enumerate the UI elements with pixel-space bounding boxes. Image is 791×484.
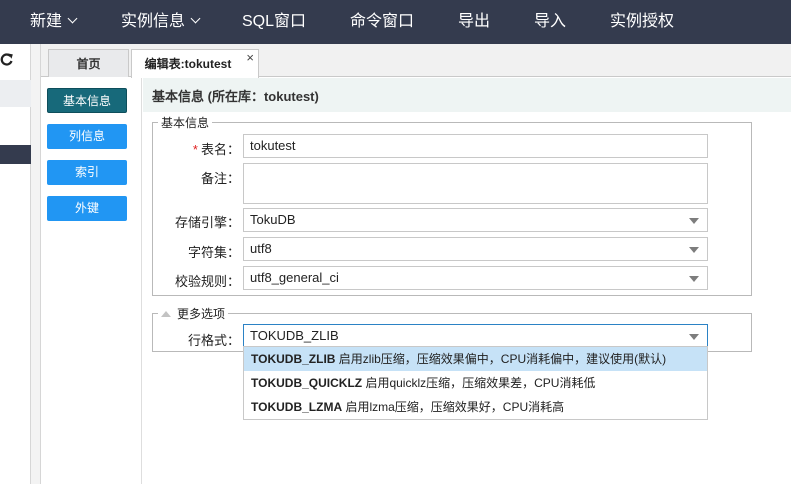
tab-edit-table-label: 编辑表:tokutest — [144, 57, 232, 71]
option-desc: 启用quicklz压缩，压缩效果差，CPU消耗低 — [362, 376, 596, 390]
charset-label: 字符集： — [187, 245, 240, 260]
chevron-down-icon — [190, 13, 201, 24]
required-mark: * — [192, 142, 198, 157]
engine-label: 存储引擎： — [174, 215, 240, 230]
nav-export[interactable]: 导出 — [458, 0, 490, 44]
option-desc: 启用zlib压缩，压缩效果偏中，CPU消耗偏中，建议使用(默认) — [335, 352, 667, 366]
nav-instance-auth[interactable]: 实例授权 — [610, 0, 674, 44]
dropdown-option[interactable]: TOKUDB_ZLIB 启用zlib压缩，压缩效果偏中，CPU消耗偏中，建议使用… — [244, 347, 707, 371]
row-format-label: 行格式： — [187, 333, 240, 348]
close-icon[interactable]: × — [246, 44, 254, 72]
engine-select[interactable]: TokuDB — [243, 208, 708, 232]
more-options-legend[interactable]: 更多选项 — [158, 305, 228, 322]
option-name: TOKUDB_ZLIB — [251, 352, 336, 366]
index-button[interactable]: 索引 — [47, 160, 127, 185]
dropdown-option[interactable]: TOKUDB_LZMA 启用lzma压缩，压缩效果好，CPU消耗高 — [244, 395, 707, 419]
option-name: TOKUDB_QUICKLZ — [251, 376, 363, 390]
dropdown-arrow-icon — [689, 276, 699, 282]
tab-edit-table[interactable]: 编辑表:tokutest × — [131, 49, 259, 78]
splitter[interactable] — [31, 44, 41, 484]
basic-info-legend: 基本信息 — [161, 116, 210, 130]
collation-label: 校验规则： — [174, 274, 240, 289]
nav-sql-window[interactable]: SQL窗口 — [242, 0, 306, 44]
row-format-select[interactable]: TOKUDB_ZLIB — [243, 324, 708, 348]
refresh-icon[interactable] — [0, 52, 14, 68]
collation-select[interactable]: utf8_general_ci — [243, 266, 708, 290]
nav-instance-info-menu[interactable]: 实例信息 — [121, 0, 201, 44]
option-desc: 启用lzma压缩，压缩效果好，CPU消耗高 — [342, 400, 565, 414]
left-tree-panel — [0, 44, 31, 484]
collation-select-value: utf8_general_ci — [250, 270, 339, 285]
row-format-dropdown-list: TOKUDB_ZLIB 启用zlib压缩，压缩效果偏中，CPU消耗偏中，建议使用… — [243, 346, 708, 420]
tree-row-selected[interactable] — [0, 145, 31, 164]
foreign-key-button[interactable]: 外键 — [47, 196, 127, 221]
nav-command-window[interactable]: 命令窗口 — [350, 0, 414, 44]
option-name: TOKUDB_LZMA — [251, 400, 343, 414]
nav-instance-info-label: 实例信息 — [121, 13, 186, 30]
tree-row[interactable] — [0, 80, 31, 107]
section-nav: 基本信息 列信息 索引 外键 — [41, 78, 142, 484]
more-options-legend-text: 更多选项 — [177, 307, 226, 321]
table-name-input[interactable]: tokutest — [243, 134, 708, 158]
nav-import[interactable]: 导入 — [534, 0, 566, 44]
charset-select-value: utf8 — [250, 241, 272, 256]
chevron-down-icon — [67, 13, 78, 24]
column-info-button[interactable]: 列信息 — [47, 124, 127, 149]
page-title: 基本信息 (所在库：tokutest) — [143, 78, 791, 112]
tab-home[interactable]: 首页 — [48, 49, 129, 77]
dropdown-arrow-icon — [689, 218, 699, 224]
table-name-label: * 表名： — [160, 139, 240, 158]
dropdown-option[interactable]: TOKUDB_QUICKLZ 启用quicklz压缩，压缩效果差，CPU消耗低 — [244, 371, 707, 395]
collapse-arrow-icon[interactable] — [161, 311, 171, 317]
tab-bar: 首页 编辑表:tokutest × — [41, 44, 791, 78]
nav-new-menu[interactable]: 新建 — [30, 0, 78, 44]
dropdown-arrow-icon — [689, 334, 699, 340]
nav-new-label: 新建 — [30, 13, 63, 30]
engine-select-value: TokuDB — [250, 212, 296, 227]
charset-select[interactable]: utf8 — [243, 237, 708, 261]
comment-label: 备注： — [200, 171, 240, 186]
table-name-label-text: 表名： — [200, 142, 240, 157]
basic-info-button[interactable]: 基本信息 — [47, 88, 127, 113]
top-navbar: 新建 实例信息 SQL窗口 命令窗口 导出 导入 实例授权 — [0, 0, 791, 44]
dropdown-arrow-icon — [689, 247, 699, 253]
row-format-select-value: TOKUDB_ZLIB — [250, 328, 339, 343]
comment-input[interactable] — [243, 163, 708, 204]
